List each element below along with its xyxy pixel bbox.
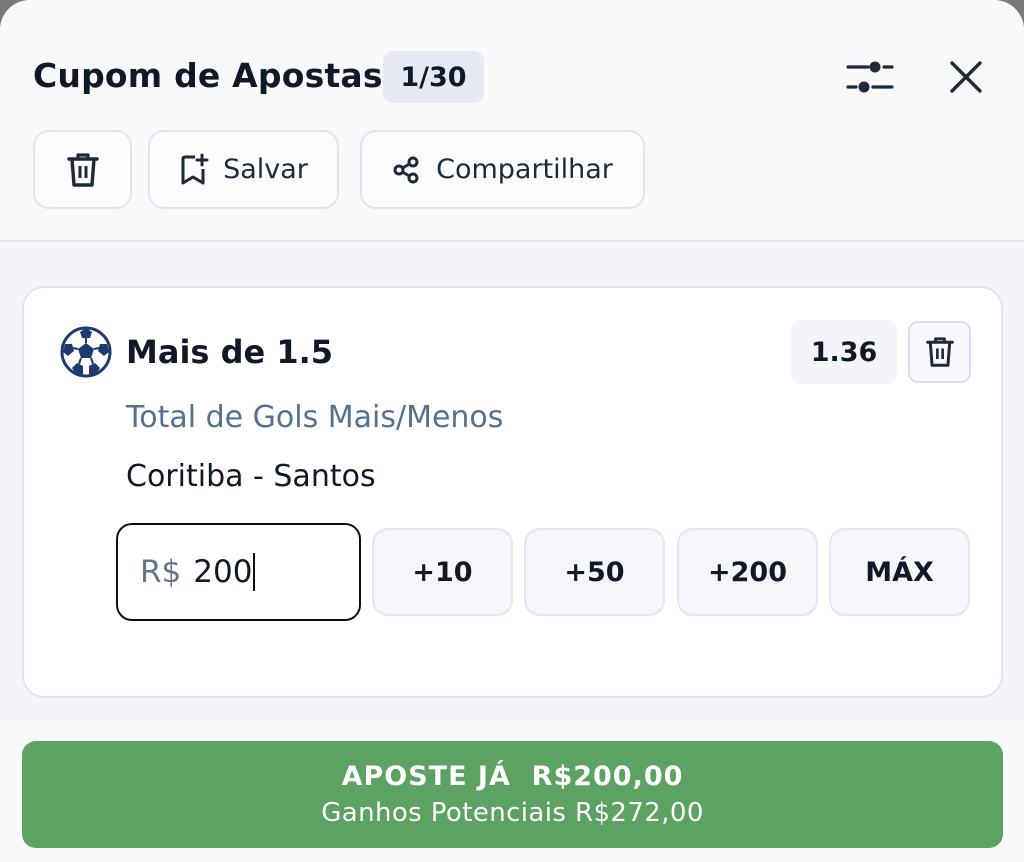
bet-slip-sheet: Cupom de Apostas 1/30 Salvar Compartilha… <box>0 0 1024 862</box>
close-icon[interactable] <box>940 52 992 102</box>
trash-icon <box>66 152 99 187</box>
remove-selection-button[interactable] <box>908 321 971 383</box>
bet-slip-footer: APOSTE JÁ R$200,00 Ganhos Potenciais R$2… <box>0 721 1024 862</box>
selection-name: Mais de 1.5 <box>126 333 334 371</box>
place-bet-label: APOSTE JÁ R$200,00 <box>341 761 684 792</box>
share-label: Compartilhar <box>436 154 613 185</box>
trash-icon <box>925 337 954 367</box>
soccer-ball-icon <box>60 326 112 378</box>
quick-add-50-button[interactable]: +50 <box>524 528 665 616</box>
sliders-icon[interactable] <box>840 52 900 102</box>
clear-all-button[interactable] <box>33 130 132 209</box>
text-caret <box>253 553 256 591</box>
bookmark-plus-icon <box>181 153 209 184</box>
stake-input[interactable]: R$ 200 <box>116 523 361 621</box>
share-button[interactable]: Compartilhar <box>360 130 645 209</box>
save-button[interactable]: Salvar <box>148 130 339 209</box>
stake-value: 200 <box>193 554 253 590</box>
odds-badge: 1.36 <box>791 320 897 384</box>
place-bet-button[interactable]: APOSTE JÁ R$200,00 Ganhos Potenciais R$2… <box>22 741 1003 848</box>
max-stake-button[interactable]: MÁX <box>829 528 970 616</box>
potential-winnings: Ganhos Potenciais R$272,00 <box>321 798 704 828</box>
save-label: Salvar <box>223 154 308 185</box>
bet-count-badge: 1/30 <box>383 51 484 103</box>
share-icon <box>393 156 419 183</box>
bet-selection-card: Mais de 1.5 1.36 Total de Gols Mais/Meno… <box>22 286 1003 698</box>
match-name: Coritiba - Santos <box>126 459 376 494</box>
quick-add-200-button[interactable]: +200 <box>677 528 818 616</box>
page-title: Cupom de Apostas <box>33 56 383 95</box>
bet-slip-header: Cupom de Apostas 1/30 Salvar Compartilha… <box>0 0 1024 242</box>
currency-prefix: R$ <box>140 554 182 590</box>
market-name: Total de Gols Mais/Menos <box>126 400 504 435</box>
quick-add-10-button[interactable]: +10 <box>372 528 513 616</box>
